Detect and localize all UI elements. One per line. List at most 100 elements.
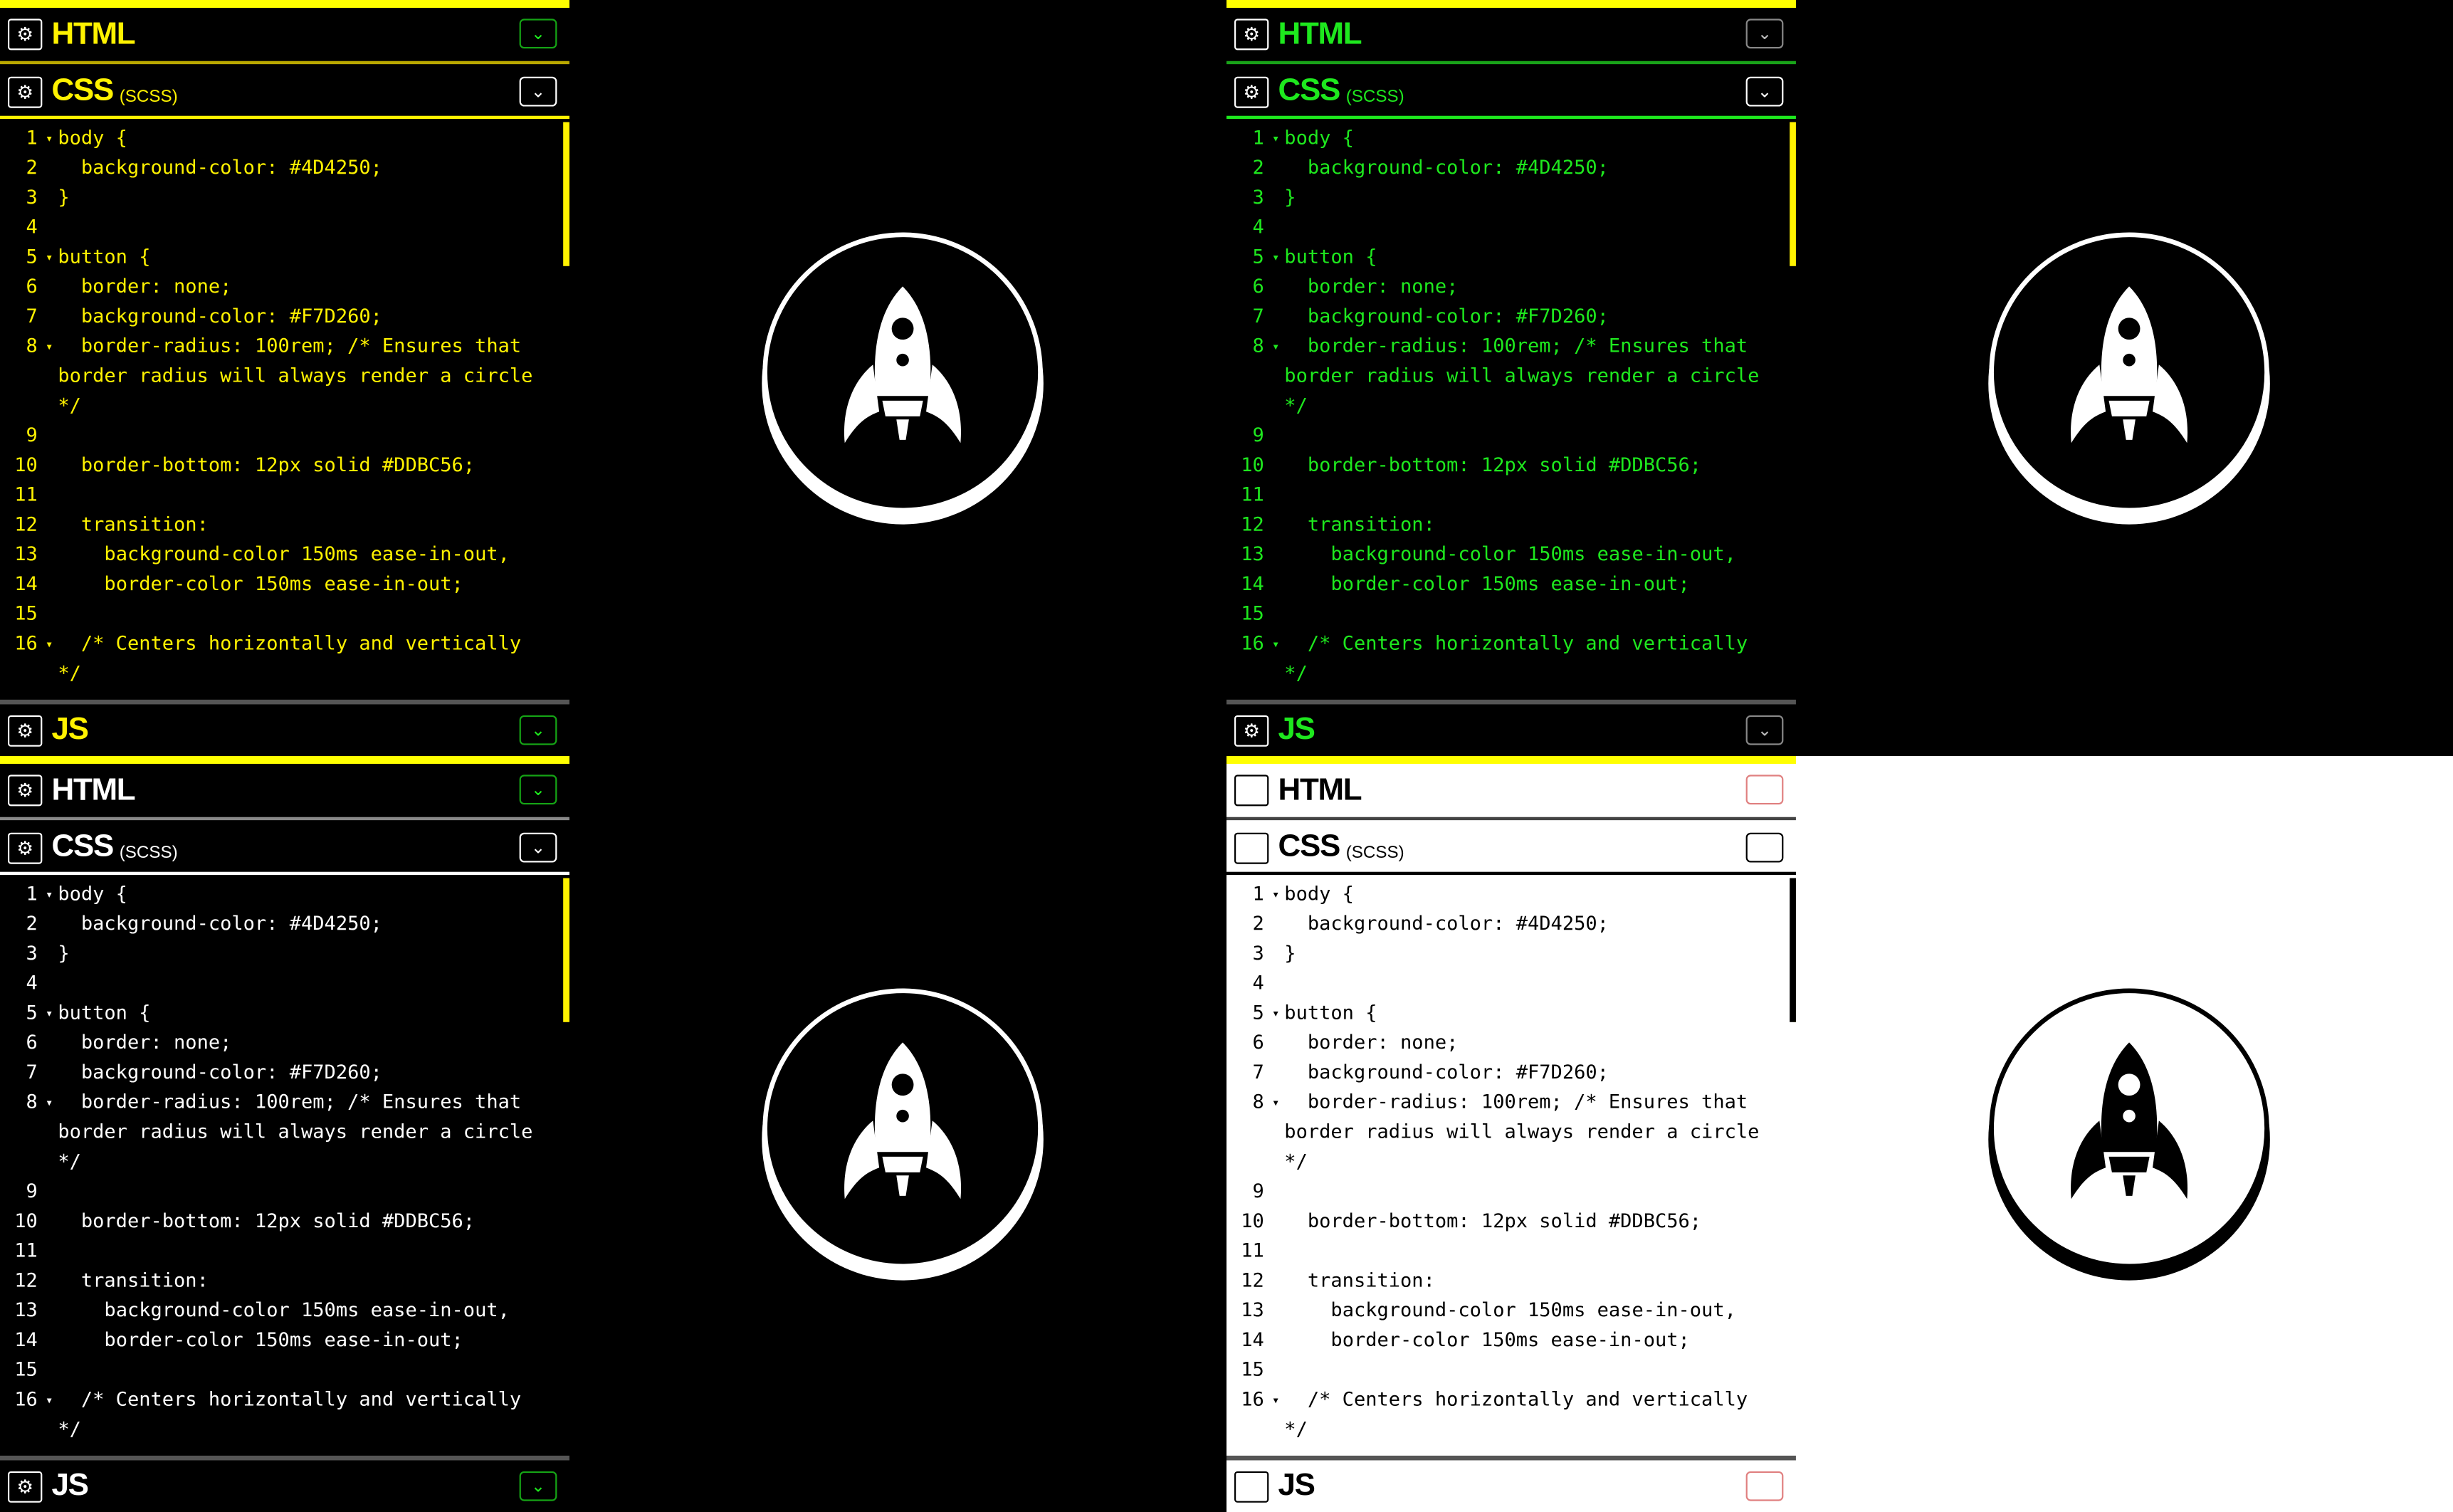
chevron-down-icon[interactable] <box>1745 775 1784 805</box>
code-line: 2 background-color: #4D4250; <box>0 909 569 939</box>
chevron-down-icon[interactable]: ⌄ <box>519 831 557 862</box>
fold-gutter <box>1267 599 1284 629</box>
chevron-down-icon[interactable] <box>1745 1470 1784 1501</box>
html-pane-header[interactable]: ⚙ HTML ⌄ <box>0 764 569 817</box>
fold-toggle-icon[interactable]: ▾ <box>1267 243 1284 273</box>
code-line: 3} <box>1226 939 1796 969</box>
html-pane-header[interactable]: ⚙ HTML ⌄ <box>0 8 569 61</box>
gear-icon[interactable]: ⚙ <box>7 714 43 746</box>
fold-toggle-icon[interactable]: ▾ <box>1267 124 1284 154</box>
css-pane-header[interactable]: ⚙ CSS (SCSS) ⌄ <box>0 64 569 119</box>
fold-toggle-icon[interactable]: ▾ <box>41 1385 58 1445</box>
code-line: 12 transition: <box>1226 510 1796 540</box>
code-line: 14 border-color 150ms ease-in-out; <box>1226 1325 1796 1355</box>
gear-icon[interactable]: ⚙ <box>7 775 43 807</box>
chevron-down-icon[interactable]: ⌄ <box>1745 714 1784 745</box>
gear-icon[interactable]: ⚙ <box>7 831 43 863</box>
js-pane-header[interactable]: ⚙ JS ⌄ <box>0 1460 569 1512</box>
gear-icon[interactable]: ⚙ <box>1234 19 1269 51</box>
line-number: 7 <box>26 305 38 327</box>
css-code-editor[interactable]: 1 ▾ body {2 background-color: #4D4250; 3} 4 5… <box>0 119 569 698</box>
css-code-editor[interactable]: 1 ▾ body {2 background-color: #4D4250; 3} 4 5… <box>1226 875 1796 1454</box>
gear-icon[interactable]: ⚙ <box>7 1470 43 1502</box>
fold-toggle-icon[interactable]: ▾ <box>41 243 58 273</box>
code-line: 8 ▾ border-radius: 100rem; /* Ensures tha… <box>0 332 569 421</box>
gear-icon[interactable] <box>1234 831 1269 863</box>
line-number: 11 <box>14 483 38 506</box>
code-line: 14 border-color 150ms ease-in-out; <box>0 1325 569 1355</box>
fold-toggle-icon[interactable]: ▾ <box>1267 629 1284 689</box>
fold-toggle-icon[interactable]: ▾ <box>41 880 58 910</box>
fold-toggle-icon[interactable]: ▾ <box>41 332 58 421</box>
editor-scrollbar[interactable] <box>563 122 569 266</box>
fold-gutter <box>1267 183 1284 213</box>
js-pane-title: JS <box>51 1468 89 1503</box>
js-pane-title: JS <box>51 712 89 747</box>
chevron-down-icon[interactable]: ⌄ <box>519 1470 557 1501</box>
fold-toggle-icon[interactable]: ▾ <box>41 629 58 689</box>
html-pane-header[interactable]: HTML <box>1226 764 1796 817</box>
line-number: 5 <box>26 1002 38 1024</box>
html-pane-title: HTML <box>51 772 136 807</box>
gear-icon[interactable] <box>1234 775 1269 807</box>
preview-area <box>1795 756 2453 1512</box>
fold-toggle-icon[interactable]: ▾ <box>1267 332 1284 421</box>
css-pane-subtitle: (SCSS) <box>1345 87 1404 106</box>
css-pane-header[interactable]: ⚙ CSS (SCSS) ⌄ <box>1226 64 1796 119</box>
fold-toggle-icon[interactable]: ▾ <box>1267 999 1284 1029</box>
fold-toggle-icon[interactable]: ▾ <box>1267 880 1284 910</box>
js-pane-header[interactable]: JS <box>1226 1460 1796 1512</box>
code-text: border: none; <box>58 275 232 298</box>
line-number: 11 <box>1241 1239 1264 1262</box>
fold-toggle-icon[interactable]: ▾ <box>41 999 58 1029</box>
chevron-down-icon[interactable]: ⌄ <box>1745 75 1784 106</box>
chevron-down-icon[interactable]: ⌄ <box>519 75 557 106</box>
gear-icon[interactable]: ⚙ <box>7 19 43 51</box>
gear-icon[interactable] <box>1234 1470 1269 1502</box>
line-number: 4 <box>1252 216 1264 238</box>
code-text: border-color 150ms ease-in-out; <box>58 572 463 595</box>
editor-scrollbar[interactable] <box>1790 878 1796 1022</box>
chevron-down-icon[interactable] <box>1745 831 1784 862</box>
rocket-button[interactable] <box>757 987 1055 1288</box>
code-text: body { <box>1284 883 1354 905</box>
fold-gutter <box>41 569 58 599</box>
fold-toggle-icon[interactable]: ▾ <box>41 1088 58 1177</box>
code-text: transition: <box>1284 513 1435 535</box>
fold-gutter <box>41 939 58 969</box>
line-number: 16 <box>14 632 38 655</box>
fold-toggle-icon[interactable]: ▾ <box>1267 1088 1284 1177</box>
editor-scrollbar[interactable] <box>1790 122 1796 266</box>
rocket-button[interactable] <box>757 231 1055 532</box>
gear-icon[interactable]: ⚙ <box>1234 714 1269 746</box>
css-code-editor[interactable]: 1 ▾ body {2 background-color: #4D4250; 3} 4 5… <box>1226 119 1796 698</box>
code-line: 13 background-color 150ms ease-in-out, <box>0 540 569 570</box>
line-number: 6 <box>1252 1031 1264 1054</box>
chevron-down-icon[interactable]: ⌄ <box>1745 19 1784 49</box>
code-text: background-color: #4D4250; <box>58 912 382 935</box>
fold-toggle-icon[interactable]: ▾ <box>1267 1385 1284 1445</box>
line-number: 3 <box>1252 186 1264 209</box>
fold-toggle-icon[interactable]: ▾ <box>41 124 58 154</box>
gear-icon[interactable]: ⚙ <box>7 75 43 107</box>
css-pane-header[interactable]: CSS (SCSS) <box>1226 820 1796 875</box>
js-pane-header[interactable]: ⚙ JS ⌄ <box>1226 704 1796 756</box>
line-number: 9 <box>26 424 38 446</box>
rocket-button[interactable] <box>1984 987 2281 1288</box>
chevron-down-icon[interactable]: ⌄ <box>519 714 557 745</box>
chevron-down-icon[interactable]: ⌄ <box>519 19 557 49</box>
code-line: 16 ▾ /* Centers horizontally and vertical… <box>0 629 569 689</box>
css-code-editor[interactable]: 1 ▾ body {2 background-color: #4D4250; 3} 4 5… <box>0 875 569 1454</box>
fold-gutter <box>1267 1325 1284 1355</box>
rocket-button[interactable] <box>1984 231 2281 532</box>
html-pane-header[interactable]: ⚙ HTML ⌄ <box>1226 8 1796 61</box>
js-pane-header[interactable]: ⚙ JS ⌄ <box>0 704 569 756</box>
line-number: 8 <box>26 335 38 357</box>
panel-white-theme: ⚙ HTML ⌄ ⚙ CSS (SCSS) ⌄ 1 ▾ body {2 backgr… <box>0 756 1226 1512</box>
css-pane-header[interactable]: ⚙ CSS (SCSS) ⌄ <box>0 820 569 875</box>
editor-scrollbar[interactable] <box>563 878 569 1022</box>
chevron-down-icon[interactable]: ⌄ <box>519 775 557 805</box>
fold-gutter <box>1267 510 1284 540</box>
code-text: } <box>58 186 70 209</box>
gear-icon[interactable]: ⚙ <box>1234 75 1269 107</box>
